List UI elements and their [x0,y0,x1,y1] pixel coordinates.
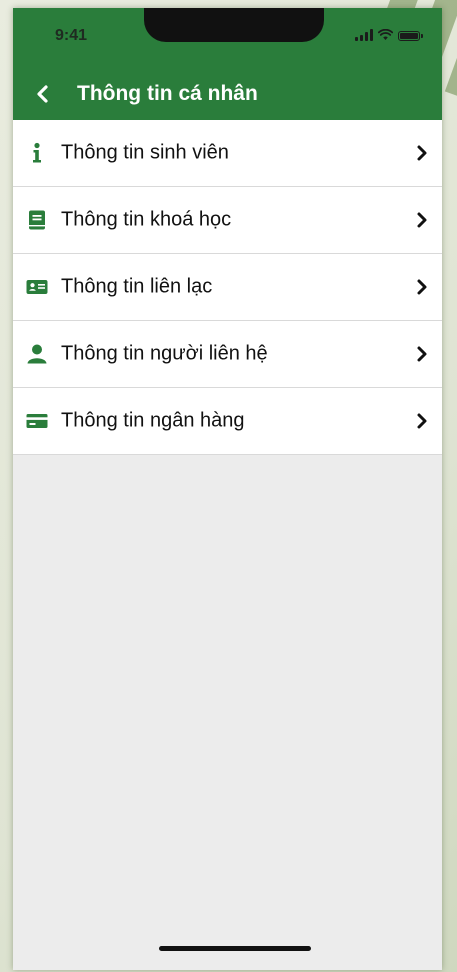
menu-item-bank-info[interactable]: Thông tin ngân hàng [13,388,442,455]
menu-item-label: Thông tin ngân hàng [61,409,245,432]
status-icons [355,29,423,41]
id-card-icon [25,275,49,299]
chevron-right-icon [412,210,432,230]
chevron-right-icon [412,411,432,431]
menu-item-student-info[interactable]: Thông tin sinh viên [13,120,442,187]
wifi-icon [378,29,393,40]
chevron-right-icon [412,277,432,297]
phone-screen: 9:41 Thông tin cá nhân Thông tin sinh vi… [13,8,442,970]
chevron-right-icon [412,143,432,163]
status-time: 9:41 [55,27,88,44]
credit-card-icon [25,409,49,433]
signal-icon [355,29,373,41]
back-button[interactable] [25,76,61,112]
menu-item-emergency-contact[interactable]: Thông tin người liên hệ [13,321,442,388]
person-icon [25,342,49,366]
menu-item-label: Thông tin người liên hệ [61,342,268,365]
page-title: Thông tin cá nhân [77,82,258,105]
menu-item-course-info[interactable]: Thông tin khoá học [13,187,442,254]
menu-item-label: Thông tin sinh viên [61,141,229,164]
chevron-left-icon [37,85,48,103]
home-indicator[interactable] [159,946,311,951]
battery-icon [398,31,423,41]
chevron-right-icon [412,344,432,364]
menu-list: Thông tin sinh viên Thông tin khoá học T… [13,120,442,455]
device-notch [144,8,324,42]
book-icon [25,208,49,232]
menu-item-label: Thông tin khoá học [61,208,232,231]
menu-item-label: Thông tin liên lạc [61,275,213,298]
info-icon [25,141,49,165]
status-bar: 9:41 [13,8,442,70]
menu-item-contact-info[interactable]: Thông tin liên lạc [13,254,442,321]
navigation-bar: Thông tin cá nhân [13,70,442,120]
